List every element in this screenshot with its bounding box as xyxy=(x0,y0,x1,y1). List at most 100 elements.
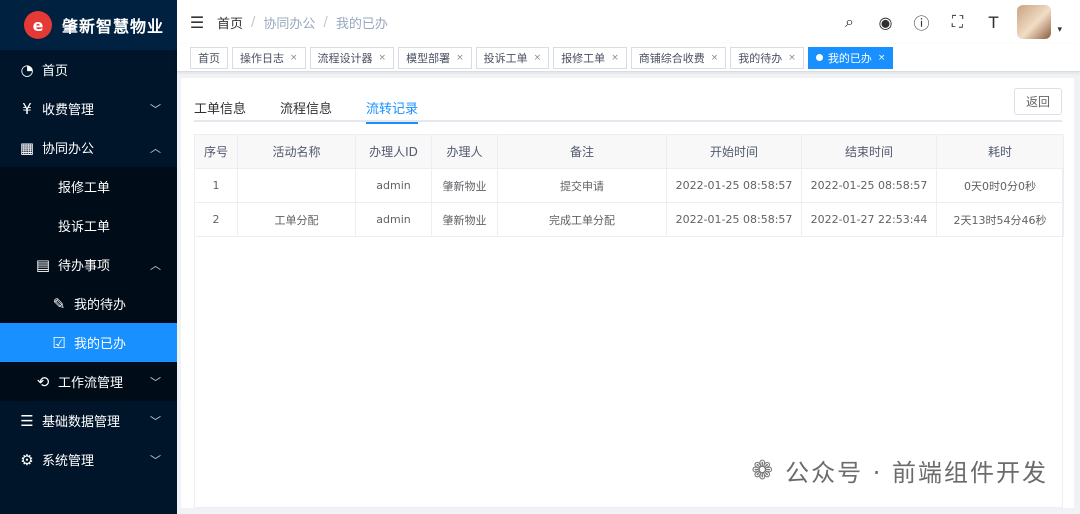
table-cell: 工单分配 xyxy=(237,202,356,237)
chevron-down-icon: ﹀ xyxy=(150,414,161,428)
top-navbar: ☰ 首页 / 协同办公 / 我的已办 ⌕ ◉ ⓘ ⛶ T ▾ xyxy=(177,0,1080,44)
breadcrumb-separator: / xyxy=(323,14,328,30)
checkbox-icon: ☑ xyxy=(52,333,66,352)
chevron-down-icon: ﹀ xyxy=(150,453,161,467)
tab-process-info[interactable]: 流程信息 xyxy=(280,92,332,122)
column-header: 办理人 xyxy=(431,134,498,169)
sidebar-item-home[interactable]: ◔ 首页 xyxy=(0,50,177,89)
tag-home[interactable]: 首页 xyxy=(190,46,228,69)
tag-my-done[interactable]: 我的已办 × xyxy=(807,46,894,69)
table-header-row: 序号 活动名称 办理人ID 办理人 备注 开始时间 结束时间 耗时 xyxy=(194,134,1064,169)
tag-label: 报修工单 xyxy=(561,51,606,65)
sidebar-item-base-data[interactable]: ☰ 基础数据管理 ﹀ xyxy=(0,401,177,440)
tab-order-info[interactable]: 工单信息 xyxy=(194,92,246,122)
sidebar-item-complaint-orders[interactable]: 投诉工单 xyxy=(0,206,177,245)
font-size-icon[interactable]: T xyxy=(975,13,1011,32)
header-actions: ⌕ ◉ ⓘ ⛶ T ▾ xyxy=(831,0,1062,44)
sidebar-item-label: 我的待办 xyxy=(74,298,127,313)
table-cell: 完成工单分配 xyxy=(497,202,667,237)
transfer-records-table: 序号 活动名称 办理人ID 办理人 备注 开始时间 结束时间 耗时 1 admi… xyxy=(194,134,1064,237)
github-icon[interactable]: ◉ xyxy=(867,13,903,32)
avatar[interactable] xyxy=(1017,5,1052,39)
tag-repair-orders[interactable]: 报修工单 × xyxy=(553,46,627,69)
tags-view: 首页 操作日志 × 流程设计器 × 模型部署 × 投诉工单 × 报修工单 × 商铺综合收费… xyxy=(177,44,1080,72)
breadcrumb: 首页 / 协同办公 / 我的已办 xyxy=(217,13,388,32)
table-cell: 2022-01-25 08:58:57 xyxy=(801,168,937,203)
caret-down-icon[interactable]: ▾ xyxy=(1057,25,1062,35)
app-logo[interactable]: e 肇新智慧物业 xyxy=(0,0,177,50)
tab-transfer-records[interactable]: 流转记录 xyxy=(366,92,419,124)
search-icon[interactable]: ⌕ xyxy=(831,12,867,32)
database-icon: ☰ xyxy=(20,411,34,430)
tag-process-designer[interactable]: 流程设计器 × xyxy=(309,46,395,69)
table-cell: 2022-01-25 08:58:57 xyxy=(666,202,802,237)
breadcrumb-home[interactable]: 首页 xyxy=(217,13,243,32)
sidebar: e 肇新智慧物业 ◔ 首页 ¥ 收费管理 ﹀ ▦ 协同办公 ︿ 报修工单 投诉工… xyxy=(0,0,177,514)
breadcrumb-current: 我的已办 xyxy=(335,16,388,32)
tag-my-todo[interactable]: 我的待办 × xyxy=(730,46,804,69)
chevron-up-icon: ︿ xyxy=(150,258,161,272)
sidebar-item-label: 系统管理 xyxy=(42,454,95,469)
table-cell: 1 xyxy=(194,168,238,203)
table-cell: 0天0时0分0秒 xyxy=(936,168,1064,203)
tag-label: 流程设计器 xyxy=(317,51,373,65)
sidebar-item-label: 首页 xyxy=(42,64,69,79)
active-dot-icon xyxy=(815,54,823,61)
chevron-up-icon: ︿ xyxy=(150,141,161,155)
tag-label: 操作日志 xyxy=(240,51,284,65)
sidebar-item-billing[interactable]: ¥ 收费管理 ﹀ xyxy=(0,89,177,128)
gear-icon: ⚙ xyxy=(20,450,34,469)
chevron-down-icon: ﹀ xyxy=(150,102,161,116)
tag-label: 我的已办 xyxy=(827,51,872,65)
table-row[interactable]: 1 admin 肇新物业 提交申请 2022-01-25 08:58:57 20… xyxy=(194,168,1064,203)
table-cell: admin xyxy=(355,202,432,237)
tag-label: 模型部署 xyxy=(406,51,451,65)
sidebar-item-repair-orders[interactable]: 报修工单 xyxy=(0,167,177,206)
back-button[interactable]: 返回 xyxy=(1014,88,1062,115)
close-icon[interactable]: × xyxy=(379,53,387,63)
table-cell: 提交申请 xyxy=(497,168,667,203)
table-cell: 2022-01-27 22:53:44 xyxy=(801,202,937,237)
tag-operation-log[interactable]: 操作日志 × xyxy=(232,46,306,69)
table-row[interactable]: 2 工单分配 admin 肇新物业 完成工单分配 2022-01-25 08:5… xyxy=(194,202,1064,237)
column-header: 结束时间 xyxy=(801,134,937,169)
sidebar-item-my-todo[interactable]: ✎ 我的待办 xyxy=(0,284,177,323)
sidebar-item-workflow[interactable]: ⟲ 工作流管理 ﹀ xyxy=(0,362,177,401)
tag-shop-billing[interactable]: 商铺综合收费 × xyxy=(630,46,727,69)
sidebar-item-system[interactable]: ⚙ 系统管理 ﹀ xyxy=(0,440,177,479)
breadcrumb-collaboration: 协同办公 xyxy=(263,16,316,32)
watermark-text: 公众号 · 前端组件开发 xyxy=(785,459,1048,487)
close-icon[interactable]: × xyxy=(788,53,796,63)
sidebar-item-collaboration[interactable]: ▦ 协同办公 ︿ xyxy=(0,128,177,167)
column-header: 耗时 xyxy=(936,134,1064,169)
menu-toggle-icon[interactable]: ☰ xyxy=(177,13,217,32)
chevron-down-icon: ﹀ xyxy=(150,375,161,389)
edit-icon: ✎ xyxy=(52,294,66,313)
detail-tabs: 工单信息 流程信息 流转记录 xyxy=(194,92,1062,124)
column-header: 办理人ID xyxy=(355,134,432,169)
sidebar-item-label: 基础数据管理 xyxy=(42,415,121,430)
column-header: 序号 xyxy=(194,134,238,169)
table-cell: 肇新物业 xyxy=(431,168,498,203)
fullscreen-icon[interactable]: ⛶ xyxy=(939,12,975,32)
sidebar-item-todo[interactable]: ▤ 待办事项 ︿ xyxy=(0,245,177,284)
close-icon[interactable]: × xyxy=(711,53,719,63)
tag-model-deploy[interactable]: 模型部署 × xyxy=(398,46,472,69)
sidebar-item-my-done[interactable]: ☑ 我的已办 xyxy=(0,323,177,362)
close-icon[interactable]: × xyxy=(456,53,464,63)
table-cell: 2天13时54分46秒 xyxy=(936,202,1064,237)
tag-label: 我的待办 xyxy=(738,51,783,65)
close-icon[interactable]: × xyxy=(290,53,298,63)
tag-label: 商铺综合收费 xyxy=(638,51,705,65)
close-icon[interactable]: × xyxy=(534,53,542,63)
calendar-icon: ▦ xyxy=(19,138,35,157)
table-cell: 2022-01-25 08:58:57 xyxy=(666,168,802,203)
close-icon[interactable]: × xyxy=(611,53,619,63)
sidebar-item-label: 收费管理 xyxy=(42,103,95,118)
table-cell: admin xyxy=(355,168,432,203)
close-icon[interactable]: × xyxy=(878,53,886,63)
help-icon[interactable]: ⓘ xyxy=(903,10,939,34)
table-cell: 2 xyxy=(194,202,238,237)
tag-complaint-orders[interactable]: 投诉工单 × xyxy=(475,46,550,69)
logo-icon: e xyxy=(24,11,52,39)
